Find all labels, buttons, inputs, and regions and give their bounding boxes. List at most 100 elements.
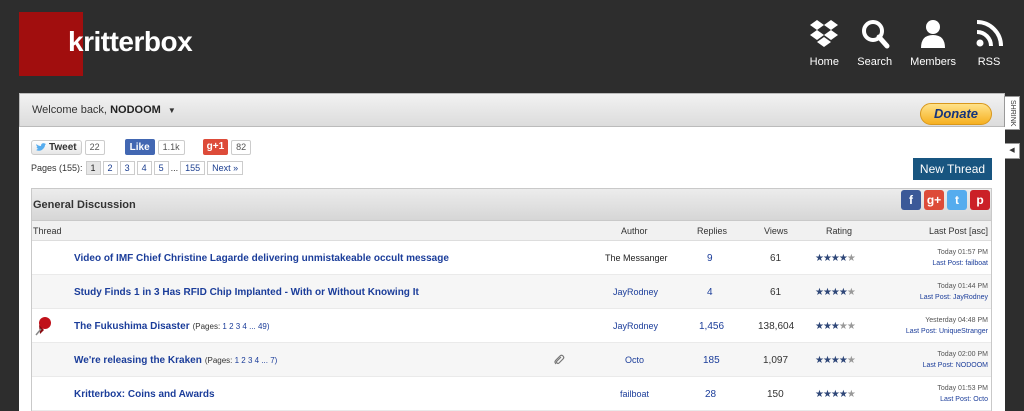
social-buttons: Tweet 22 Like 1.1k g+1 82 [31,139,252,155]
last-post-prefix: Last Post: [919,294,952,301]
page-link-2[interactable]: 2 [102,161,118,175]
col-views[interactable]: Views [764,226,788,236]
google-plus-icon[interactable]: g+ [924,190,944,210]
replies-cell: 9 [707,241,713,275]
page-link-last[interactable]: 155 [180,161,206,175]
rating-cell: ★★★★★ [815,275,856,309]
last-post-user[interactable]: Octo [973,396,988,403]
thread-views: 138,604 [758,320,795,332]
last-post-user[interactable]: JayRodney [953,294,988,301]
thread-title[interactable]: The Fukushima Disaster [74,321,190,332]
star-rating[interactable]: ★★★★★ [815,321,856,332]
thread-list: General Discussion f g+ t p Thread Autho… [31,188,992,411]
thread-views: 150 [767,388,784,400]
last-post-cell: Today 01:57 PM Last Post: failboat [932,241,988,275]
main-content: Tweet 22 Like 1.1k g+1 82 Pages (155): 1… [19,127,1005,411]
star-rating[interactable]: ★★★★★ [815,389,856,400]
pages-label: Pages (155): [31,163,83,173]
views-cell: 61 [770,241,781,275]
thread-replies[interactable]: 9 [707,253,713,264]
nav-home-label: Home [809,56,839,68]
pinterest-icon[interactable]: p [970,190,990,210]
last-post-cell: Today 01:44 PM Last Post: JayRodney [920,275,988,309]
last-post-time: Today 01:44 PM [937,283,988,290]
table-row: Video of IMF Chief Christine Lagarde del… [32,241,991,275]
thread-replies[interactable]: 4 [707,287,713,298]
last-post-prefix: Last Post: [940,396,972,403]
facebook-icon[interactable]: f [901,190,921,210]
col-replies[interactable]: Replies [697,226,727,236]
forum-title: General Discussion [33,199,136,211]
thread-pages-prefix: (Pages: [192,321,221,331]
thread-author[interactable]: JayRodney [613,321,658,331]
thread-title-cell: Video of IMF Chief Christine Lagarde del… [74,241,449,275]
page-link-4[interactable]: 4 [136,161,152,175]
nav-home[interactable]: Home [809,18,839,68]
thread-title[interactable]: Study Finds 1 in 3 Has RFID Chip Implant… [74,287,419,298]
last-post-user[interactable]: UniqueStranger [939,328,988,335]
page-next[interactable]: Next » [207,161,244,175]
thread-replies[interactable]: 185 [703,355,720,366]
top-navigation: Home Search Members RSS [791,18,1004,68]
twitter-bird-icon [36,142,46,151]
welcome-menu[interactable]: Welcome back, NODOOM ▼ [32,104,176,116]
thread-pages-links[interactable]: 1 2 3 4 ... 49) [222,322,269,331]
replies-cell: 185 [703,343,720,377]
paperclip-icon [554,354,565,365]
gplus-button[interactable]: g+1 [202,139,229,155]
site-logo-text[interactable]: kritterbox [68,26,193,58]
last-post-cell: Today 02:00 PM Last Post: NODOOM [923,343,988,377]
pagination: Pages (155): 1 2 3 4 5 ... 155 Next » [31,161,245,175]
star-rating[interactable]: ★★★★★ [815,287,856,298]
thread-title[interactable]: We're releasing the Kraken [74,355,202,366]
page-link-3[interactable]: 3 [119,161,135,175]
table-row: We're releasing the Kraken (Pages: 1 2 3… [32,343,991,377]
author-cell: JayRodney [613,275,658,309]
thread-pages-prefix: (Pages: [204,355,233,365]
last-post-user[interactable]: failboat [965,260,988,267]
tweet-count: 22 [84,139,105,155]
thread-replies[interactable]: 1,456 [699,321,724,332]
thread-replies[interactable]: 28 [705,389,716,400]
author-cell: JayRodney [613,309,658,343]
dropbox-icon [810,20,839,47]
thread-title[interactable]: Video of IMF Chief Christine Lagarde del… [74,253,449,264]
tweet-button[interactable]: Tweet [31,139,82,155]
rating-cell: ★★★★★ [815,343,856,377]
last-post-user[interactable]: NODOOM [956,362,988,369]
author-cell: Octo [625,343,644,377]
page-link-5[interactable]: 5 [153,161,169,175]
share-icons: f g+ t p [898,190,990,210]
col-thread[interactable]: Thread [33,226,62,236]
nav-search[interactable]: Search [857,18,892,68]
like-label: Like [129,141,150,153]
twitter-icon[interactable]: t [947,190,967,210]
thread-author[interactable]: Octo [625,355,644,365]
new-thread-button[interactable]: New Thread [913,158,992,180]
thread-title[interactable]: Kritterbox: Coins and Awards [74,389,215,400]
star-rating[interactable]: ★★★★★ [815,355,856,366]
thread-author[interactable]: JayRodney [613,287,658,297]
facebook-like-button[interactable]: Like [124,139,155,155]
thread-author[interactable]: The Messanger [605,253,668,263]
last-post-time: Today 01:57 PM [937,249,988,256]
rating-cell: ★★★★★ [815,377,856,411]
table-row: The Fukushima Disaster (Pages: 1 2 3 4 .… [32,309,991,343]
tweet-label: Tweet [49,141,77,153]
shrink-tab[interactable]: SHRINK [1004,96,1020,130]
rating-cell: ★★★★★ [815,309,856,343]
col-author[interactable]: Author [621,226,648,236]
thread-author[interactable]: failboat [620,389,649,399]
nav-rss[interactable]: RSS [974,18,1004,68]
page-link-1[interactable]: 1 [85,161,101,175]
thread-pages-links[interactable]: 1 2 3 4 ... 7) [235,356,278,365]
nav-search-label: Search [857,56,893,68]
thread-views: 1,097 [763,354,789,366]
star-rating[interactable]: ★★★★★ [815,253,856,264]
col-rating[interactable]: Rating [826,226,852,236]
donate-button[interactable]: Donate [920,103,992,125]
collapse-arrow-icon[interactable]: ◀ [1004,143,1020,159]
nav-members[interactable]: Members [910,18,956,68]
col-last-post[interactable]: Last Post [asc] [929,226,988,236]
pages-ellipsis: ... [170,163,179,173]
